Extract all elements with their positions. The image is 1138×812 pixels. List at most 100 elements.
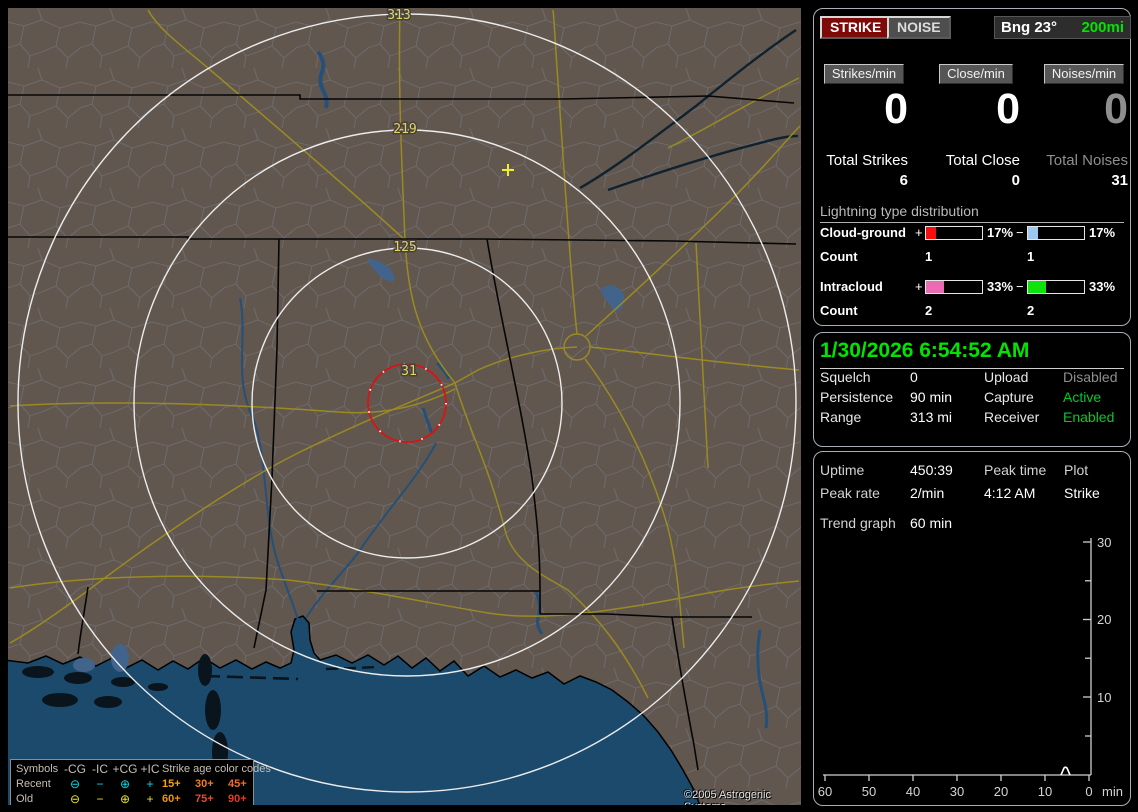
plus-sign: + <box>915 225 923 240</box>
noises-per-min-button[interactable]: Noises/min <box>1043 64 1125 84</box>
peak-time-label: Peak time <box>984 462 1047 478</box>
intracloud-row: Intracloud + 33% − 33% <box>814 279 1130 295</box>
ring-label-219: 219 <box>393 122 416 137</box>
cg-minus-count: 1 <box>1027 249 1035 264</box>
map-legend: Symbols -CG -IC +CG +IC Strike age color… <box>10 759 271 805</box>
distribution-title: Lightning type distribution <box>820 203 1124 223</box>
plot-value: Strike <box>1064 485 1100 501</box>
cloud-ground-label: Cloud-ground <box>820 225 906 240</box>
ring-label-313: 313 <box>387 8 410 23</box>
legend-header-pos-ic: +IC <box>140 762 160 776</box>
cg-minus-bar-fill <box>1028 227 1038 239</box>
count-label: Count <box>820 249 858 264</box>
strikes-per-min-button[interactable]: Strikes/min <box>823 64 905 84</box>
legend-header-neg-cg: -CG <box>64 762 86 776</box>
neg-ic-recent-icon: − <box>96 777 104 791</box>
minus-sign: − <box>1016 279 1024 294</box>
age-90: 90+ <box>228 793 247 805</box>
squelch-label: Squelch <box>820 369 871 385</box>
cg-minus-bar <box>1027 226 1085 240</box>
cg-plus-bar-fill <box>926 227 936 239</box>
capture-status: Active <box>1063 389 1102 405</box>
x-axis-unit: min <box>1102 784 1123 799</box>
total-noises-label: Total Noises <box>1046 152 1128 169</box>
capture-label: Capture <box>984 389 1034 405</box>
cg-plus-bar <box>925 226 983 240</box>
legend-row-old-label: Old <box>16 793 34 805</box>
plus-sign: + <box>915 279 923 294</box>
range-value: 200mi <box>1081 19 1124 36</box>
pos-ic-recent-icon: + <box>146 777 154 791</box>
ring-label-31: 31 <box>401 364 417 379</box>
close-per-min-value: 0 <box>996 85 1020 133</box>
bearing-range-readout: Bng 23° 200mi <box>994 16 1131 39</box>
noises-per-min-column: Noises/min 0 Total Noises 31 <box>1040 64 1128 189</box>
uptime-label: Uptime <box>820 462 865 478</box>
pos-ic-old-icon: + <box>146 792 154 805</box>
trend-window-value: 60 min <box>910 515 953 531</box>
cloud-ground-row: Cloud-ground + 17% − 17% <box>814 225 1130 241</box>
upload-status: Disabled <box>1063 369 1118 385</box>
ic-minus-bar-fill <box>1028 281 1047 293</box>
neg-cg-recent-icon: ⊖ <box>69 777 81 791</box>
status-row: Range 313 mi Receiver Enabled <box>814 409 1130 429</box>
strike-toggle-button[interactable]: STRIKE <box>820 16 892 39</box>
peak-time-value: 4:12 AM <box>984 485 1036 501</box>
y-tick-10: 10 <box>1097 690 1111 705</box>
strikes-per-min-column: Strikes/min 0 Total Strikes 6 <box>820 64 908 189</box>
trend-graph: 30 20 10 60 50 40 30 20 10 0 min <box>818 535 1123 799</box>
datetime-display: 1/30/2026 6:54:52 AM <box>820 339 1124 369</box>
map-canvas: 313 219 125 31 <box>8 8 801 805</box>
range-label: Range <box>820 409 862 425</box>
legend-age-header: Strike age color codes <box>162 763 271 775</box>
y-tick-30: 30 <box>1097 535 1111 550</box>
upload-label: Upload <box>984 369 1029 385</box>
neg-cg-old-icon: ⊖ <box>69 792 81 805</box>
x-tick-60: 60 <box>818 784 832 799</box>
neg-ic-old-icon: − <box>96 792 104 805</box>
intracloud-label: Intracloud <box>820 279 883 294</box>
receiver-status: Enabled <box>1063 409 1115 425</box>
close-per-min-column: Close/min 0 Total Close 0 <box>932 64 1020 189</box>
x-tick-10: 10 <box>1038 784 1052 799</box>
noises-per-min-value: 0 <box>1104 85 1128 133</box>
peak-rate-value: 2/min <box>910 485 945 501</box>
x-tick-20: 20 <box>994 784 1008 799</box>
plot-label: Plot <box>1064 462 1089 478</box>
ic-plus-percent: 33% <box>987 279 1014 294</box>
pos-cg-old-icon: ⊕ <box>119 792 131 805</box>
trend-graph-label: Trend graph <box>820 515 896 531</box>
ic-minus-percent: 33% <box>1089 279 1116 294</box>
uptime-value: 450:39 <box>910 462 953 478</box>
strike-stats-panel: STRIKE NOISE Bng 23° 200mi Strikes/min 0… <box>813 8 1131 326</box>
noise-toggle-button[interactable]: NOISE <box>887 16 951 39</box>
trend-spike <box>1060 766 1071 776</box>
squelch-value: 0 <box>910 369 918 385</box>
uptime-row: Uptime 450:39 Peak time Plot <box>814 462 1130 485</box>
age-15: 15+ <box>162 778 181 790</box>
total-noises-value: 31 <box>1111 172 1128 189</box>
age-75: 75+ <box>195 793 214 805</box>
close-per-min-button[interactable]: Close/min <box>939 64 1013 84</box>
lightning-map[interactable]: 313 219 125 31 Symbols -CG -IC +CG +IC S… <box>8 8 801 805</box>
cg-plus-count: 1 <box>925 249 933 264</box>
persistence-label: Persistence <box>820 389 894 405</box>
range-value: 313 mi <box>910 409 953 425</box>
cg-plus-percent: 17% <box>987 225 1014 240</box>
x-tick-30: 30 <box>950 784 964 799</box>
persistence-value: 90 min <box>910 389 953 405</box>
strikes-per-min-value: 0 <box>884 85 908 133</box>
pos-cg-recent-icon: ⊕ <box>119 777 131 791</box>
status-row: Persistence 90 min Capture Active <box>814 389 1130 409</box>
age-60: 60+ <box>162 793 181 805</box>
cg-minus-percent: 17% <box>1089 225 1116 240</box>
trend-panel: Uptime 450:39 Peak time Plot Peak rate 2… <box>813 451 1131 806</box>
receiver-label: Receiver <box>984 409 1040 425</box>
minus-sign: − <box>1016 225 1024 240</box>
legend-header-pos-cg: +CG <box>112 762 138 776</box>
status-panel: 1/30/2026 6:54:52 AM Squelch 0 Upload Di… <box>813 332 1131 447</box>
total-close-label: Total Close <box>945 152 1020 169</box>
ic-minus-bar <box>1027 280 1085 294</box>
count-label: Count <box>820 303 858 318</box>
ic-plus-bar-fill <box>926 281 945 293</box>
